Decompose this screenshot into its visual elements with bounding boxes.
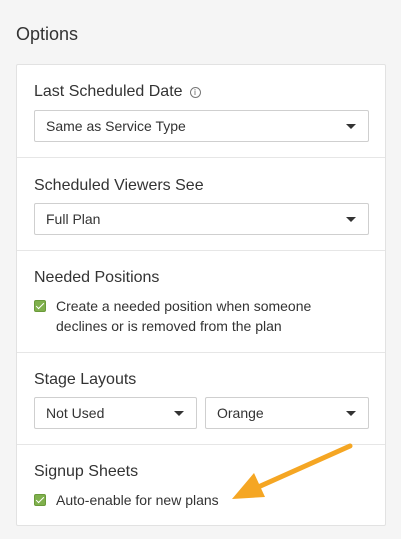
needed-position-checkbox-label: Create a needed position when someone de… (56, 298, 312, 334)
chevron-down-icon (346, 217, 356, 222)
arrow-icon (232, 443, 353, 499)
select-value: Full Plan (46, 211, 101, 227)
section-title: Last Scheduled Date i (34, 83, 201, 101)
scheduled-viewers-see-label: Scheduled Viewers See (34, 177, 204, 194)
last-scheduled-date-select[interactable]: Same as Service Type (34, 110, 369, 142)
signup-auto-enable-label: Auto-enable for new plans (56, 492, 219, 508)
chevron-down-icon (346, 411, 356, 416)
select-value: Same as Service Type (46, 118, 186, 134)
options-heading: Options (16, 24, 79, 44)
select-value: Orange (217, 405, 264, 421)
info-icon[interactable]: i (189, 86, 201, 98)
signup-auto-enable-row[interactable]: Auto-enable for new plans (34, 490, 219, 510)
section-scheduled-viewers-see: Scheduled Viewers See Full Plan (17, 157, 385, 250)
section-stage-layouts: Stage Layouts Not Used Orange (17, 352, 385, 444)
chevron-down-icon (174, 411, 184, 416)
needed-position-checkbox-row[interactable]: Create a needed position when someone de… (34, 296, 334, 336)
scheduled-viewers-see-select[interactable]: Full Plan (34, 203, 369, 235)
stage-layout-select[interactable]: Not Used (34, 397, 197, 429)
stage-layouts-label: Stage Layouts (34, 371, 137, 388)
signup-sheets-label: Signup Sheets (34, 463, 139, 480)
section-title: Scheduled Viewers See (34, 177, 204, 195)
section-last-scheduled-date: Last Scheduled Date i Same as Service Ty… (17, 65, 385, 157)
needed-position-checkbox[interactable] (34, 300, 46, 312)
needed-positions-label: Needed Positions (34, 269, 160, 286)
select-value: Not Used (46, 405, 105, 421)
signup-auto-enable-checkbox[interactable] (34, 494, 46, 506)
section-title: Needed Positions (34, 269, 159, 287)
last-scheduled-date-label: Last Scheduled Date (34, 83, 183, 100)
section-title: Signup Sheets (34, 463, 138, 481)
chevron-down-icon (346, 124, 356, 129)
section-needed-positions: Needed Positions Create a needed positio… (17, 250, 385, 352)
stage-color-select[interactable]: Orange (205, 397, 369, 429)
section-title: Stage Layouts (34, 371, 136, 389)
